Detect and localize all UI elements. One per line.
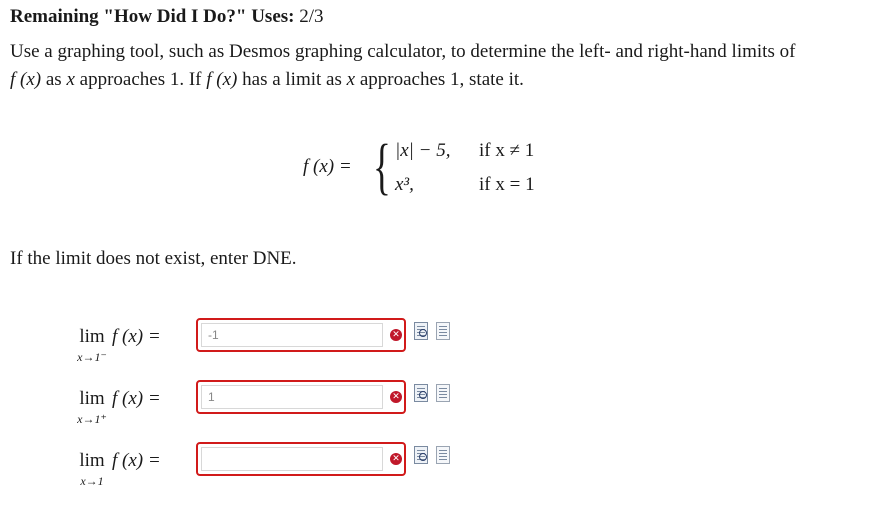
piecewise-function: f (x) = { |x| − 5, if x ≠ 1 x³, if x = 1 xyxy=(303,133,563,204)
x-circle-icon: ✕ xyxy=(390,391,402,403)
answer-box-left-limit: ✕ xyxy=(196,318,406,352)
piecewise-row1-cond: if x ≠ 1 xyxy=(479,140,535,161)
prompt-text: as xyxy=(41,69,67,90)
uses-value: 2/3 xyxy=(299,6,324,27)
piecewise-row2-cond: if x = 1 xyxy=(479,174,535,195)
document-search-icon[interactable] xyxy=(414,322,428,340)
prompt-x-1: x xyxy=(66,69,75,90)
lim-subscript: x→1 xyxy=(80,474,104,488)
document-search-icon[interactable] xyxy=(414,446,428,464)
piecewise-row2-expr: x³, xyxy=(395,174,414,195)
document-icon[interactable] xyxy=(436,322,450,340)
prompt-text: approaches xyxy=(74,69,170,90)
lim-word: lim xyxy=(79,326,105,347)
lim-subscript: x→1⁺ xyxy=(77,412,107,426)
piecewise-lhs: f (x) = xyxy=(303,156,352,177)
lim-function: f (x) = xyxy=(112,450,161,471)
limit-row-two-sided: lim x→1 f (x) = ✕ xyxy=(72,442,492,510)
prompt-text: , state it. xyxy=(459,69,524,90)
lim-subscript: x→1⁻ xyxy=(77,350,107,364)
limit-operator: lim x→1⁺ xyxy=(72,388,112,427)
document-search-icon[interactable] xyxy=(414,384,428,402)
prompt-line1: Use a graphing tool, such as Desmos grap… xyxy=(10,41,796,62)
answer-box-two-sided-limit: ✕ xyxy=(196,442,406,476)
prompt-x-2: x xyxy=(346,69,356,90)
prompt-one-2: 1 xyxy=(450,69,460,90)
right-limit-input[interactable] xyxy=(201,385,383,409)
limit-operator: lim x→1 xyxy=(72,450,112,489)
x-circle-icon: ✕ xyxy=(390,329,402,341)
limit-row-left: lim x→1⁻ f (x) = ✕ xyxy=(72,318,492,386)
dne-instruction: If the limit does not exist, enter DNE. xyxy=(10,248,297,269)
prompt-text: has a limit as xyxy=(237,69,347,90)
piecewise-row1-expr: |x| − 5, xyxy=(395,140,451,161)
prompt-fx-2: f (x) xyxy=(206,69,238,90)
answer-box-right-limit: ✕ xyxy=(196,380,406,414)
prompt-one-1: 1 xyxy=(169,69,180,90)
lim-function: f (x) = xyxy=(112,388,161,409)
limit-row-right: lim x→1⁺ f (x) = ✕ xyxy=(72,380,492,448)
x-circle-icon: ✕ xyxy=(390,453,402,465)
uses-header: Remaining "How Did I Do?" Uses: 2/3 xyxy=(10,6,324,28)
document-icon[interactable] xyxy=(436,446,450,464)
left-limit-input[interactable] xyxy=(201,323,383,347)
prompt-text: . If xyxy=(179,69,207,90)
lim-word: lim xyxy=(79,450,105,471)
lim-word: lim xyxy=(79,388,105,409)
question-prompt: Use a graphing tool, such as Desmos grap… xyxy=(10,38,860,94)
prompt-text: approaches xyxy=(355,69,451,90)
document-icon[interactable] xyxy=(436,384,450,402)
left-brace: { xyxy=(373,133,391,201)
prompt-fx-1: f (x) xyxy=(10,69,42,90)
two-sided-limit-input[interactable] xyxy=(201,447,383,471)
uses-label: Remaining "How Did I Do?" Uses: xyxy=(10,6,295,27)
limit-operator: lim x→1⁻ xyxy=(72,326,112,365)
lim-function: f (x) = xyxy=(112,326,161,347)
